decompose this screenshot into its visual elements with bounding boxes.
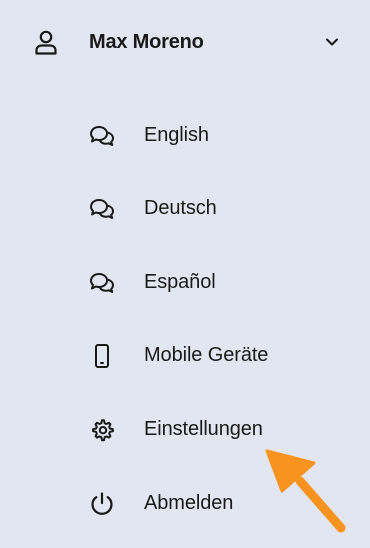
menu-item-english[interactable]: English xyxy=(76,110,346,160)
chat-bubbles-icon xyxy=(88,123,116,149)
menu-item-mobile-devices[interactable]: Mobile Geräte xyxy=(76,330,346,380)
user-menu: Max Moreno English Deutsch Español Mobil… xyxy=(0,0,370,548)
menu-item-label: English xyxy=(144,124,209,146)
gear-icon xyxy=(88,417,116,443)
pointer-arrow-annotation xyxy=(262,444,348,534)
menu-item-label: Abmelden xyxy=(144,492,234,514)
chat-bubbles-icon xyxy=(88,196,116,222)
mobile-phone-icon xyxy=(88,343,116,369)
user-icon xyxy=(34,29,58,55)
power-icon xyxy=(88,491,116,517)
menu-item-label: Deutsch xyxy=(144,197,217,219)
menu-item-espanol[interactable]: Español xyxy=(76,257,346,307)
menu-item-label: Español xyxy=(144,271,216,293)
menu-item-label: Einstellungen xyxy=(144,418,263,440)
chat-bubbles-icon xyxy=(88,270,116,296)
user-name: Max Moreno xyxy=(89,31,204,53)
menu-item-label: Mobile Geräte xyxy=(144,344,269,366)
menu-item-deutsch[interactable]: Deutsch xyxy=(76,183,346,233)
user-menu-toggle[interactable]: Max Moreno xyxy=(0,14,370,70)
chevron-down-icon[interactable] xyxy=(322,35,342,49)
